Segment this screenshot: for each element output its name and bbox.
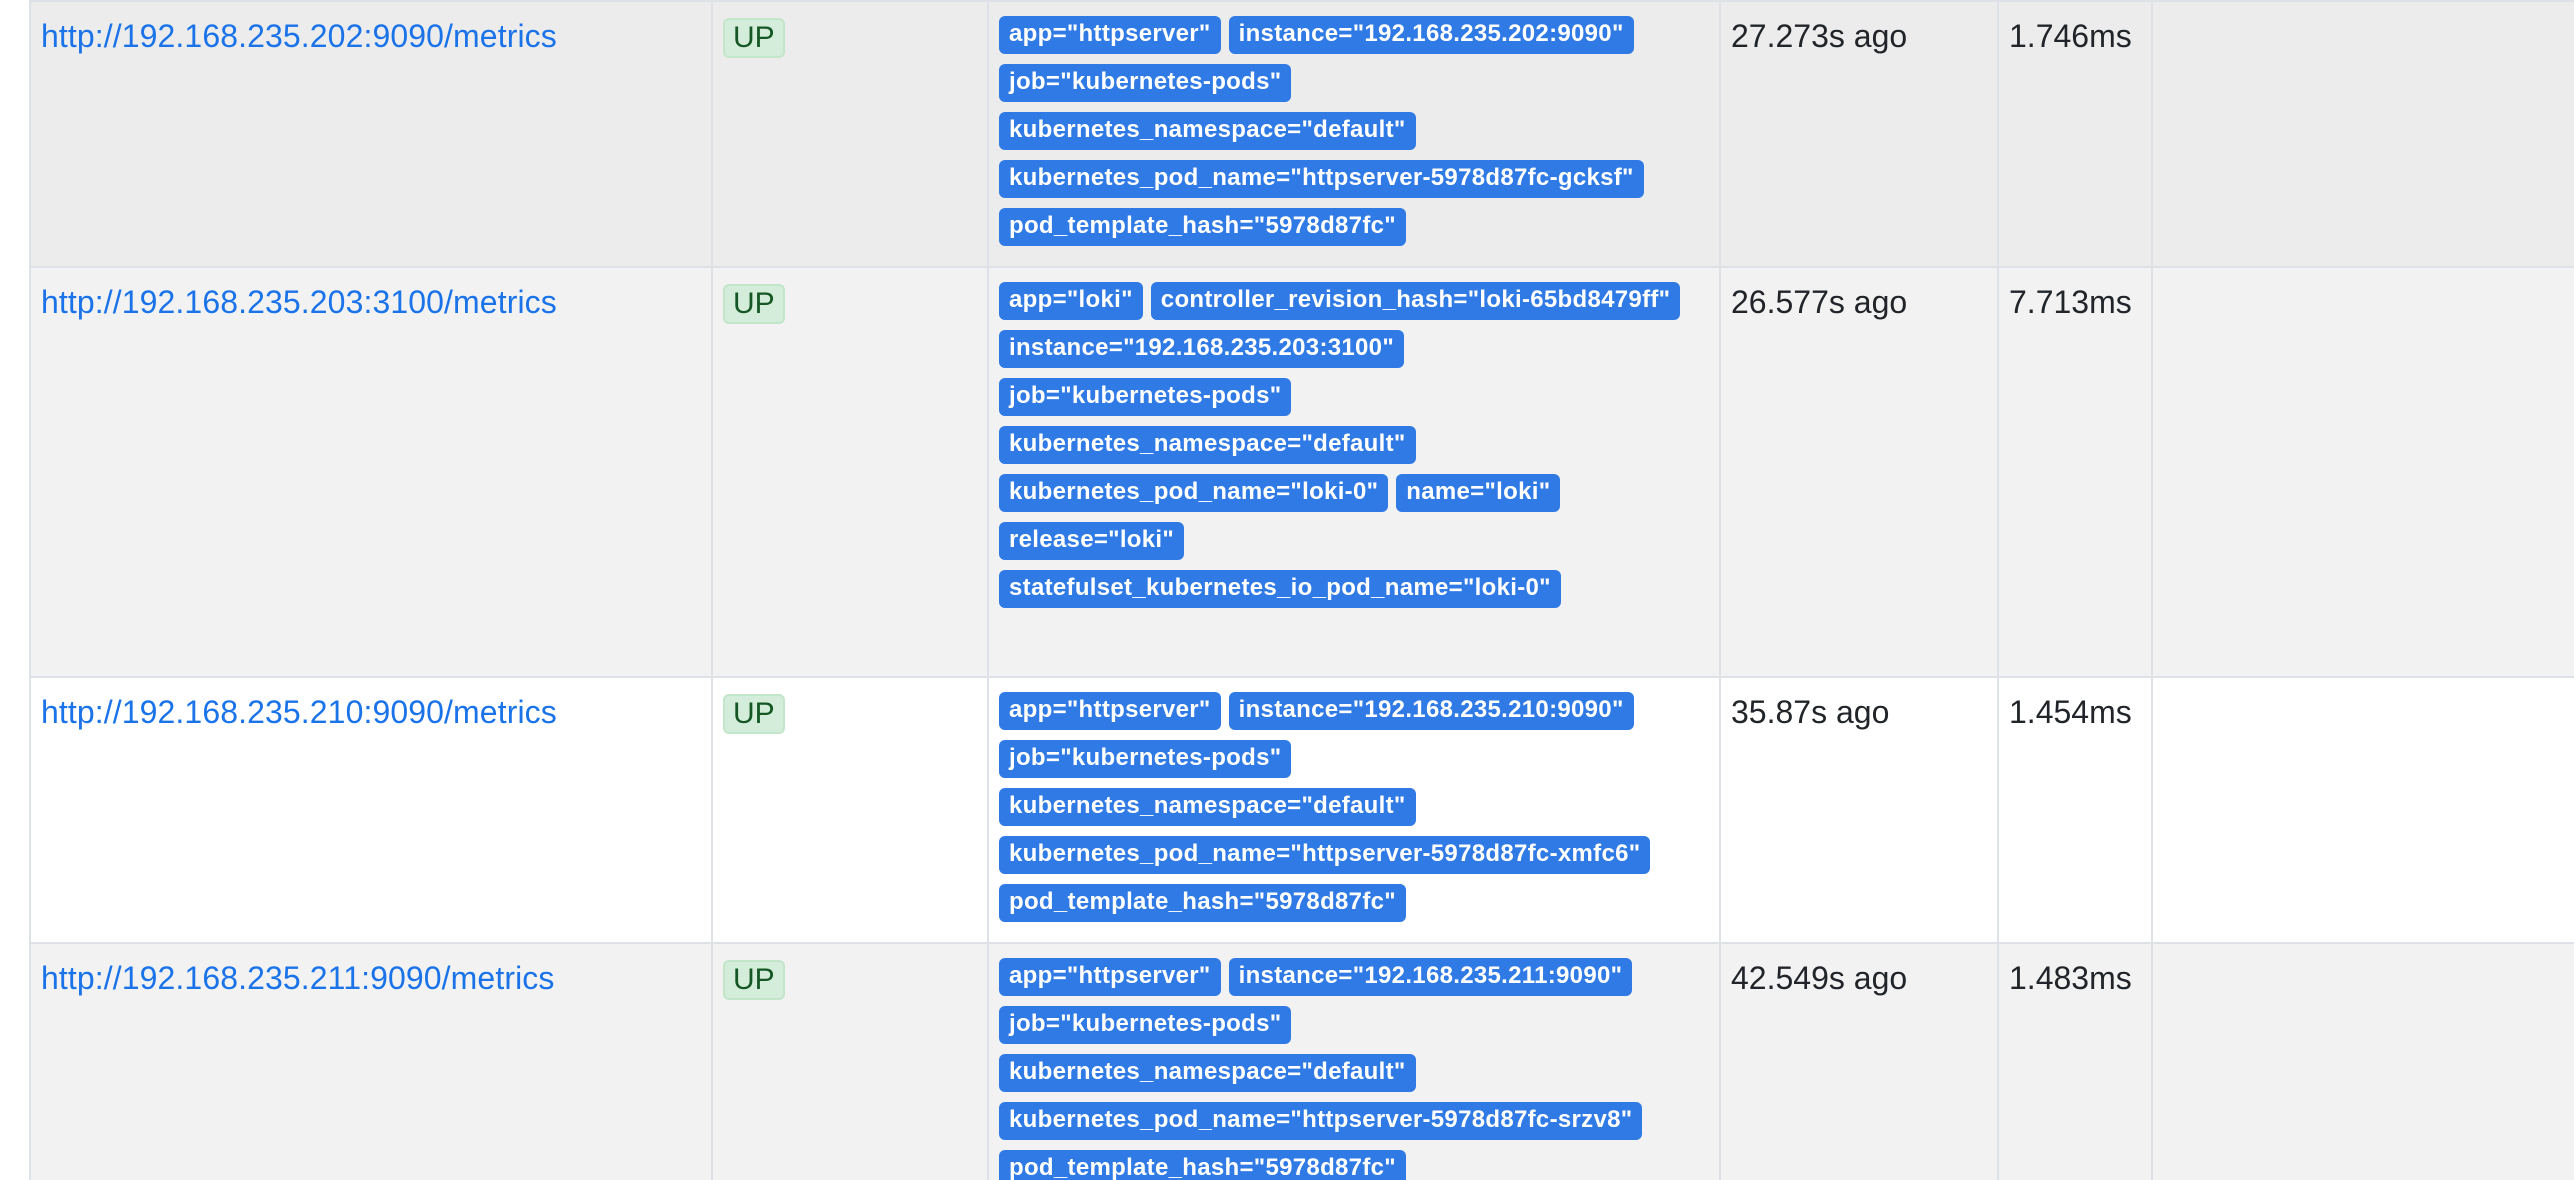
label-badge: kubernetes_pod_name="loki-0"	[999, 474, 1389, 512]
scrape-duration-text: 1.454ms	[2009, 694, 2132, 730]
endpoint-link[interactable]: http://192.168.235.203:3100/metrics	[41, 284, 557, 320]
target-row: http://192.168.235.210:9090/metrics UP app…	[29, 676, 2574, 944]
label-badge: release="loki"	[999, 522, 1185, 560]
targets-viewport: http://192.168.235.202:9090/metrics UP app…	[0, 0, 2574, 1180]
label-badge: kubernetes_pod_name="httpserver-5978d87f…	[999, 160, 1644, 198]
label-badge: job="kubernetes-pods"	[999, 378, 1292, 416]
label-badge: pod_template_hash="5978d87fc"	[999, 208, 1406, 246]
scrape-duration-cell: 1.746ms	[1997, 0, 2153, 268]
label-badge: instance="192.168.235.203:3100"	[999, 330, 1405, 368]
endpoint-cell: http://192.168.235.211:9090/metrics	[29, 942, 713, 1180]
label-badge: instance="192.168.235.211:9090"	[1228, 958, 1633, 996]
target-row: http://192.168.235.203:3100/metrics UP app…	[29, 266, 2574, 678]
endpoint-cell: http://192.168.235.202:9090/metrics	[29, 0, 713, 268]
endpoint-link[interactable]: http://192.168.235.210:9090/metrics	[41, 694, 557, 730]
last-scrape-text: 27.273s ago	[1731, 18, 1908, 54]
labels-list: app="httpserver" instance="192.168.235.21…	[999, 692, 1709, 932]
error-cell	[2151, 942, 2574, 1180]
label-badge: job="kubernetes-pods"	[999, 1006, 1292, 1044]
target-row: http://192.168.235.211:9090/metrics UP app…	[29, 942, 2574, 1180]
scrape-duration-cell: 7.713ms	[1997, 266, 2153, 678]
labels-cell: app="httpserver" instance="192.168.235.21…	[987, 942, 1721, 1180]
error-cell	[2151, 0, 2574, 268]
last-scrape-text: 35.87s ago	[1731, 694, 1890, 730]
label-badge: kubernetes_pod_name="httpserver-5978d87f…	[999, 1102, 1643, 1140]
label-badge: instance="192.168.235.202:9090"	[1228, 16, 1634, 54]
state-badge: UP	[723, 960, 785, 1000]
state-badge: UP	[723, 18, 785, 58]
label-badge: app="loki"	[999, 282, 1143, 320]
state-cell: UP	[711, 942, 989, 1180]
state-cell: UP	[711, 0, 989, 268]
label-badge: name="loki"	[1396, 474, 1561, 512]
last-scrape-cell: 27.273s ago	[1719, 0, 1999, 268]
error-cell	[2151, 266, 2574, 678]
label-badge: kubernetes_namespace="default"	[999, 788, 1416, 826]
last-scrape-cell: 26.577s ago	[1719, 266, 1999, 678]
scrape-duration-cell: 1.483ms	[1997, 942, 2153, 1180]
label-badge: statefulset_kubernetes_io_pod_name="loki…	[999, 570, 1561, 608]
targets-table-body: http://192.168.235.202:9090/metrics UP app…	[29, 0, 2574, 1180]
scrape-duration-cell: 1.454ms	[1997, 676, 2153, 944]
endpoint-link[interactable]: http://192.168.235.211:9090/metrics	[41, 960, 554, 996]
state-badge: UP	[723, 694, 785, 734]
label-badge: job="kubernetes-pods"	[999, 64, 1292, 102]
labels-cell: app="httpserver" instance="192.168.235.21…	[987, 676, 1721, 944]
label-badge: instance="192.168.235.210:9090"	[1228, 692, 1634, 730]
label-badge: controller_revision_hash="loki-65bd8479f…	[1150, 282, 1681, 320]
labels-list: app="httpserver" instance="192.168.235.21…	[999, 958, 1709, 1180]
label-badge: kubernetes_namespace="default"	[999, 426, 1416, 464]
last-scrape-cell: 35.87s ago	[1719, 676, 1999, 944]
endpoint-link[interactable]: http://192.168.235.202:9090/metrics	[41, 18, 557, 54]
state-cell: UP	[711, 676, 989, 944]
label-badge: app="httpserver"	[999, 16, 1221, 54]
labels-list: app="httpserver" instance="192.168.235.20…	[999, 16, 1709, 256]
labels-list: app="loki" controller_revision_hash="loki…	[999, 282, 1709, 618]
error-cell	[2151, 676, 2574, 944]
label-badge: kubernetes_namespace="default"	[999, 112, 1416, 150]
label-badge: app="httpserver"	[999, 692, 1221, 730]
label-badge: job="kubernetes-pods"	[999, 740, 1292, 778]
state-cell: UP	[711, 266, 989, 678]
scrape-duration-text: 7.713ms	[2009, 284, 2132, 320]
state-badge: UP	[723, 284, 785, 324]
last-scrape-text: 42.549s ago	[1731, 960, 1908, 996]
scrape-duration-text: 1.746ms	[2009, 18, 2132, 54]
targets-table: http://192.168.235.202:9090/metrics UP app…	[29, 0, 2574, 1180]
labels-cell: app="httpserver" instance="192.168.235.20…	[987, 0, 1721, 268]
label-badge: pod_template_hash="5978d87fc"	[999, 1150, 1406, 1180]
scrape-duration-text: 1.483ms	[2009, 960, 2132, 996]
endpoint-cell: http://192.168.235.203:3100/metrics	[29, 266, 713, 678]
endpoint-cell: http://192.168.235.210:9090/metrics	[29, 676, 713, 944]
target-row: http://192.168.235.202:9090/metrics UP app…	[29, 0, 2574, 268]
label-badge: pod_template_hash="5978d87fc"	[999, 884, 1406, 922]
last-scrape-cell: 42.549s ago	[1719, 942, 1999, 1180]
label-badge: kubernetes_namespace="default"	[999, 1054, 1416, 1092]
label-badge: app="httpserver"	[999, 958, 1221, 996]
label-badge: kubernetes_pod_name="httpserver-5978d87f…	[999, 836, 1651, 874]
last-scrape-text: 26.577s ago	[1731, 284, 1908, 320]
labels-cell: app="loki" controller_revision_hash="loki…	[987, 266, 1721, 678]
